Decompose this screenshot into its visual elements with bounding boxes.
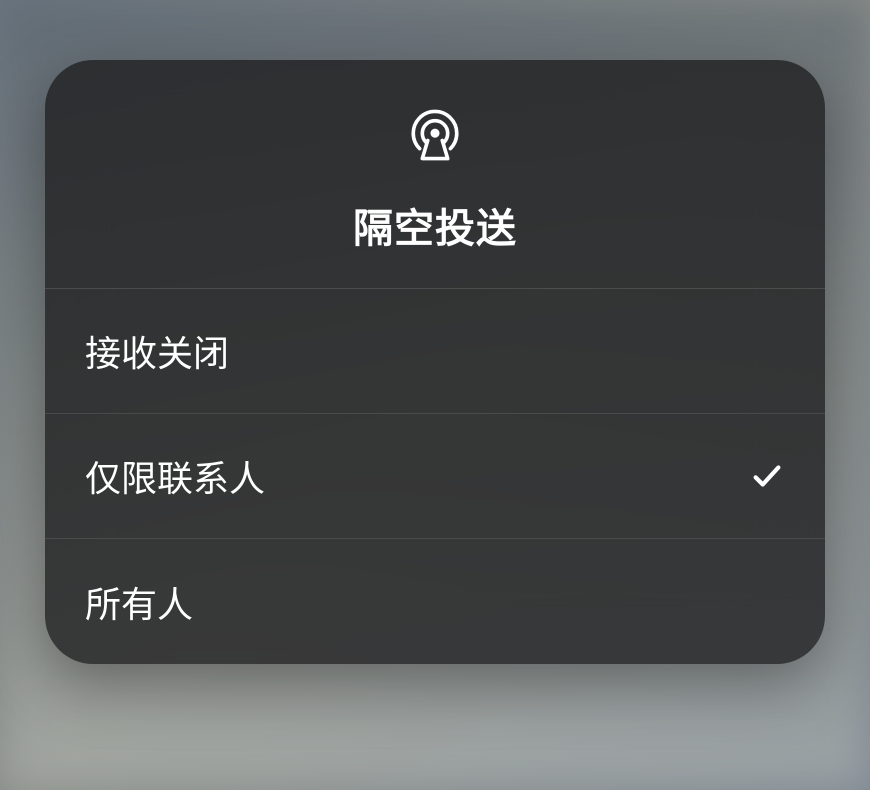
airdrop-panel: 隔空投送 接收关闭 仅限联系人 所有人 bbox=[45, 60, 825, 664]
option-contacts-only[interactable]: 仅限联系人 bbox=[45, 414, 825, 539]
options-list: 接收关闭 仅限联系人 所有人 bbox=[45, 289, 825, 664]
panel-header: 隔空投送 bbox=[45, 60, 825, 289]
option-label: 所有人 bbox=[85, 576, 193, 628]
option-receiving-off[interactable]: 接收关闭 bbox=[45, 289, 825, 414]
airdrop-icon bbox=[406, 106, 464, 164]
option-label: 接收关闭 bbox=[85, 325, 229, 377]
checkmark-icon bbox=[749, 458, 785, 494]
panel-title: 隔空投送 bbox=[353, 196, 517, 254]
option-everyone[interactable]: 所有人 bbox=[45, 539, 825, 664]
option-label: 仅限联系人 bbox=[85, 450, 265, 502]
